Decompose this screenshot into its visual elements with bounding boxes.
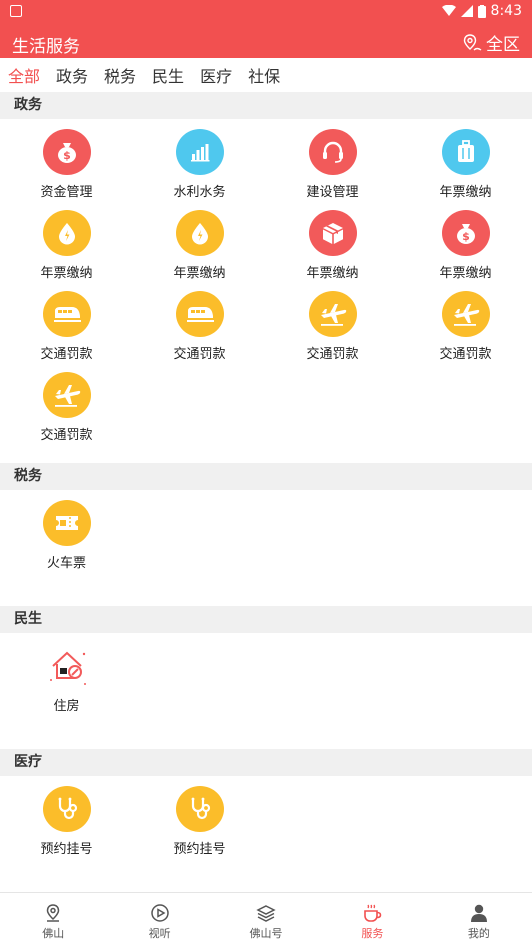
nav-item-4[interactable]: 我的 [426, 893, 532, 946]
layers-icon [256, 903, 276, 925]
service-label: 住房 [53, 699, 80, 714]
app-bar: 生活服务 全区 [0, 26, 532, 58]
nav-label: 佛山 [42, 927, 65, 940]
service-item[interactable]: 建设管理 [266, 119, 399, 200]
service-label: 年票缴纳 [439, 266, 492, 281]
location-label: 全区 [486, 35, 520, 55]
section: 民生住房 [0, 606, 532, 749]
box-icon [308, 210, 357, 256]
train-icon [175, 291, 224, 337]
headset-icon [308, 129, 357, 175]
svg-text:$: $ [462, 230, 470, 243]
service-label: 预约挂号 [173, 842, 226, 857]
nav-item-1[interactable]: 视听 [106, 893, 212, 946]
nav-item-2[interactable]: 佛山号 [213, 893, 319, 946]
nav-label: 佛山号 [249, 927, 283, 940]
section-title: 税务 [0, 463, 532, 490]
play-circle-icon [150, 903, 170, 925]
airplane-icon [308, 291, 357, 337]
service-item[interactable]: 交通罚款 [0, 362, 133, 443]
section-title: 民生 [0, 606, 532, 633]
notification-icon [10, 5, 22, 17]
nav-label: 我的 [467, 927, 490, 940]
service-item[interactable]: 年票缴纳 [0, 200, 133, 281]
service-item[interactable]: 年票缴纳 [266, 200, 399, 281]
service-label: 建设管理 [306, 185, 359, 200]
money-bag-icon: $ [42, 129, 91, 175]
section-title: 政务 [0, 92, 532, 119]
service-label: 交通罚款 [173, 347, 226, 362]
service-item[interactable]: $ 年票缴纳 [399, 200, 532, 281]
service-label: 年票缴纳 [40, 266, 93, 281]
tab-3[interactable]: 民生 [152, 63, 184, 87]
nav-item-3[interactable]: 服务 [319, 893, 425, 946]
service-label: 交通罚款 [439, 347, 492, 362]
train-icon [42, 291, 91, 337]
bottom-nav: 佛山 视听 佛山号 服务 我的 [0, 892, 532, 946]
service-label: 交通罚款 [306, 347, 359, 362]
service-label: 水利水务 [173, 185, 226, 200]
service-item[interactable]: 预约挂号 [0, 776, 133, 857]
service-label: 年票缴纳 [439, 185, 492, 200]
service-label: 资金管理 [40, 185, 93, 200]
service-item[interactable]: 住房 [0, 633, 133, 714]
service-label: 预约挂号 [40, 842, 93, 857]
wifi-icon [441, 5, 456, 16]
nav-item-0[interactable]: 佛山 [0, 893, 106, 946]
bar-chart-icon [175, 129, 224, 175]
airplane-icon [42, 372, 91, 418]
battery-icon [477, 4, 486, 18]
tab-0[interactable]: 全部 [8, 63, 40, 87]
section: 税务火车票 [0, 463, 532, 606]
tab-2[interactable]: 税务 [104, 63, 136, 87]
location-pin-icon [463, 33, 482, 51]
section: 政务 $ 资金管理 水利水务 建设管理 年票缴纳 年票缴纳 年票缴纳 年票缴纳 $ 年票缴纳 交通罚款… [0, 92, 532, 463]
service-label: 交通罚款 [40, 428, 93, 443]
service-item[interactable]: 交通罚款 [266, 281, 399, 362]
svg-text:$: $ [63, 149, 71, 162]
section-title: 医疗 [0, 749, 532, 776]
tab-4[interactable]: 医疗 [200, 63, 232, 87]
luggage-icon [441, 129, 490, 175]
service-item[interactable]: 年票缴纳 [133, 200, 266, 281]
service-label: 年票缴纳 [306, 266, 359, 281]
nav-label: 视听 [148, 927, 171, 940]
section: 医疗预约挂号 预约挂号 [0, 749, 532, 869]
stethoscope-icon [175, 786, 224, 832]
water-drop-icon [42, 210, 91, 256]
location-pin-icon [43, 903, 63, 925]
service-item[interactable]: $ 资金管理 [0, 119, 133, 200]
signal-icon [460, 5, 473, 17]
service-item[interactable]: 水利水务 [133, 119, 266, 200]
service-label: 年票缴纳 [173, 266, 226, 281]
category-tabs: 全部 政务 税务 民生 医疗 社保 [0, 58, 532, 92]
status-bar: 8:43 [0, 0, 532, 26]
service-item[interactable]: 预约挂号 [133, 776, 266, 857]
service-label: 交通罚款 [40, 347, 93, 362]
service-item[interactable]: 年票缴纳 [399, 119, 532, 200]
service-item[interactable]: 火车票 [0, 490, 133, 571]
person-icon [469, 903, 489, 925]
house-icon [42, 643, 91, 689]
page-title: 生活服务 [12, 37, 80, 57]
coffee-cup-icon [362, 903, 382, 925]
status-time: 8:43 [490, 3, 522, 19]
service-item[interactable]: 交通罚款 [399, 281, 532, 362]
tab-1[interactable]: 政务 [56, 63, 88, 87]
water-drop-icon [175, 210, 224, 256]
airplane-icon [441, 291, 490, 337]
service-label: 火车票 [46, 556, 86, 571]
nav-label: 服务 [361, 927, 384, 940]
services-list: 政务 $ 资金管理 水利水务 建设管理 年票缴纳 年票缴纳 年票缴纳 年票缴纳 $ 年票缴纳 交通罚款… [0, 92, 532, 892]
ticket-icon [42, 500, 91, 546]
service-item[interactable]: 交通罚款 [0, 281, 133, 362]
money-bag-icon: $ [441, 210, 490, 256]
service-item[interactable]: 交通罚款 [133, 281, 266, 362]
tab-5[interactable]: 社保 [248, 63, 280, 87]
location-selector[interactable]: 全区 [462, 30, 520, 55]
stethoscope-icon [42, 786, 91, 832]
